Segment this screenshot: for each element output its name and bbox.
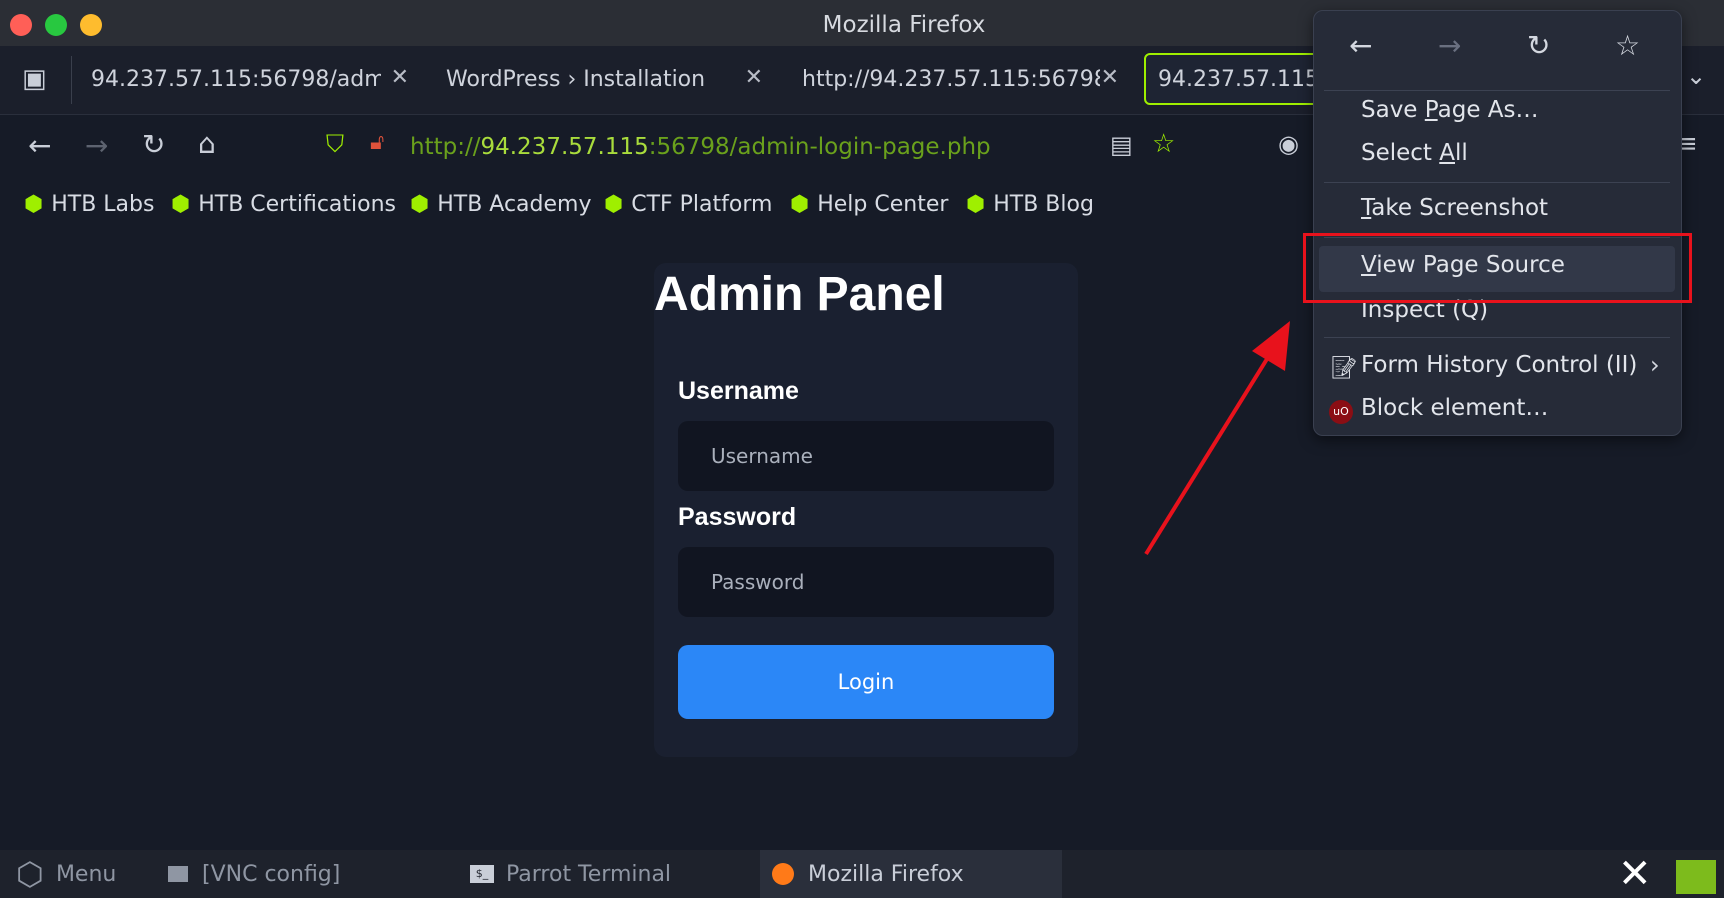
cube-icon: ⬢ xyxy=(410,192,430,217)
tab-admin-login[interactable]: 94.237.57.115:56798/admin-l ✕ xyxy=(80,53,415,105)
annotation-highlight-box xyxy=(1303,233,1692,303)
firefox-icon xyxy=(772,863,794,885)
home-icon[interactable]: ⌂ xyxy=(198,127,216,160)
arrow-head xyxy=(1252,321,1290,371)
password-label: Password xyxy=(678,503,797,531)
close-tab-icon[interactable]: ✕ xyxy=(745,65,763,90)
taskbar-vnc-config[interactable]: [VNC config] xyxy=(168,850,340,898)
context-menu: ← → ↻ ☆ Save Page As… Select All Take Sc… xyxy=(1313,10,1682,436)
reader-icon[interactable]: ▤ xyxy=(1110,131,1133,159)
bookmark-htb-certifications[interactable]: ⬢ HTB Certifications xyxy=(171,192,396,217)
cube-icon: ⬢ xyxy=(24,192,44,217)
username-input[interactable] xyxy=(678,421,1054,491)
taskbar-menu[interactable]: ⬡ Menu xyxy=(16,850,116,898)
bookmark-label: HTB Labs xyxy=(51,192,155,217)
taskbar: ⬡ Menu [VNC config] $_ Parrot Terminal M… xyxy=(0,850,1724,898)
url-host: 94.237.57.115 xyxy=(480,134,649,160)
close-tab-icon[interactable]: ✕ xyxy=(1101,65,1119,90)
back-icon[interactable]: ← xyxy=(1349,29,1372,62)
shield-icon[interactable]: ⛉ xyxy=(326,130,344,158)
close-tab-icon[interactable]: ✕ xyxy=(391,65,409,90)
tab-wordpress-installation[interactable]: WordPress › Installation ✕ xyxy=(434,53,769,105)
reload-icon[interactable]: ↻ xyxy=(142,128,165,161)
bookmark-label: HTB Certifications xyxy=(198,192,397,217)
back-icon[interactable]: ← xyxy=(28,129,51,162)
menu-form-history-control[interactable]: Form History Control (II) xyxy=(1361,352,1637,378)
url-bar[interactable]: http://94.237.57.115:56798/admin-login-p… xyxy=(410,134,991,160)
tab-label: 94.237.57.115:56798/admin-l xyxy=(91,66,381,92)
menu-separator xyxy=(1324,90,1670,91)
menu-separator xyxy=(1324,182,1670,183)
bookmark-ctf-platform[interactable]: ⬢ CTF Platform xyxy=(604,192,772,217)
tab-divider xyxy=(71,56,72,104)
cube-icon: ⬢ xyxy=(604,192,624,217)
bookmark-htb-academy[interactable]: ⬢ HTB Academy xyxy=(410,192,591,217)
bookmark-htb-labs[interactable]: ⬢ HTB Labs xyxy=(24,192,154,217)
ublock-icon: uO xyxy=(1329,400,1353,424)
tab-label: WordPress › Installation xyxy=(446,66,706,92)
workspace-indicator-icon[interactable] xyxy=(1676,860,1716,894)
url-path: :56798/admin-login-page.php xyxy=(648,134,991,160)
bookmark-label: HTB Academy xyxy=(437,192,592,217)
bookmark-label: CTF Platform xyxy=(631,192,773,217)
account-icon[interactable]: ◉ xyxy=(1278,130,1299,158)
menu-separator xyxy=(1324,337,1670,338)
tab-label: 94.237.57.115:5 xyxy=(1158,66,1318,92)
cube-icon: ⬢ xyxy=(171,192,191,217)
tab-active[interactable]: 94.237.57.115:5 xyxy=(1144,53,1324,105)
url-scheme: http:// xyxy=(410,134,481,160)
forward-icon[interactable]: → xyxy=(85,129,108,162)
taskbar-parrot-terminal[interactable]: $_ Parrot Terminal xyxy=(470,850,671,898)
chevron-right-icon: › xyxy=(1650,351,1660,379)
cube-icon: ⬢ xyxy=(790,192,810,217)
menu-cube-icon: ⬡ xyxy=(16,855,44,893)
forward-icon[interactable]: → xyxy=(1438,29,1461,62)
bookmark-label: HTB Blog xyxy=(993,192,1094,217)
terminal-icon: $_ xyxy=(470,865,494,883)
login-button[interactable]: Login xyxy=(678,645,1054,719)
insecure-lock-icon[interactable]: 🔓︎ xyxy=(370,130,384,155)
close-x-icon[interactable]: ✕ xyxy=(1618,854,1652,894)
reload-icon[interactable]: ↻ xyxy=(1527,29,1550,62)
menu-block-element[interactable]: Block element… xyxy=(1361,395,1548,421)
list-all-tabs-icon[interactable]: ⌄ xyxy=(1686,62,1706,90)
tab-label: http://94.237.57.115:56798/a xyxy=(802,66,1100,92)
username-label: Username xyxy=(678,377,799,405)
arrow-shaft xyxy=(1144,336,1282,556)
cube-icon: ⬢ xyxy=(966,192,986,217)
login-card: Admin Panel Username Password Login xyxy=(654,263,1078,757)
tab-overview-icon[interactable]: ▣ xyxy=(22,64,47,94)
menu-select-all[interactable]: Select All xyxy=(1361,140,1468,166)
password-input[interactable] xyxy=(678,547,1054,617)
form-history-icon: 📝︎ xyxy=(1330,356,1358,381)
bookmark-htb-blog[interactable]: ⬢ HTB Blog xyxy=(966,192,1094,217)
bookmark-help-center[interactable]: ⬢ Help Center xyxy=(790,192,948,217)
bookmark-star-icon[interactable]: ☆ xyxy=(1615,29,1640,62)
window-icon xyxy=(168,866,188,882)
annotation-arrow xyxy=(1144,321,1290,556)
taskbar-mozilla-firefox[interactable]: Mozilla Firefox xyxy=(760,850,1062,898)
bookmark-label: Help Center xyxy=(817,192,949,217)
page-title: Admin Panel xyxy=(654,268,945,321)
menu-take-screenshot[interactable]: Take Screenshot xyxy=(1361,195,1548,221)
menu-save-page-as[interactable]: Save Page As… xyxy=(1361,97,1539,123)
tab-http-site[interactable]: http://94.237.57.115:56798/a ✕ xyxy=(790,53,1125,105)
bookmark-star-icon[interactable]: ☆ xyxy=(1152,129,1175,159)
